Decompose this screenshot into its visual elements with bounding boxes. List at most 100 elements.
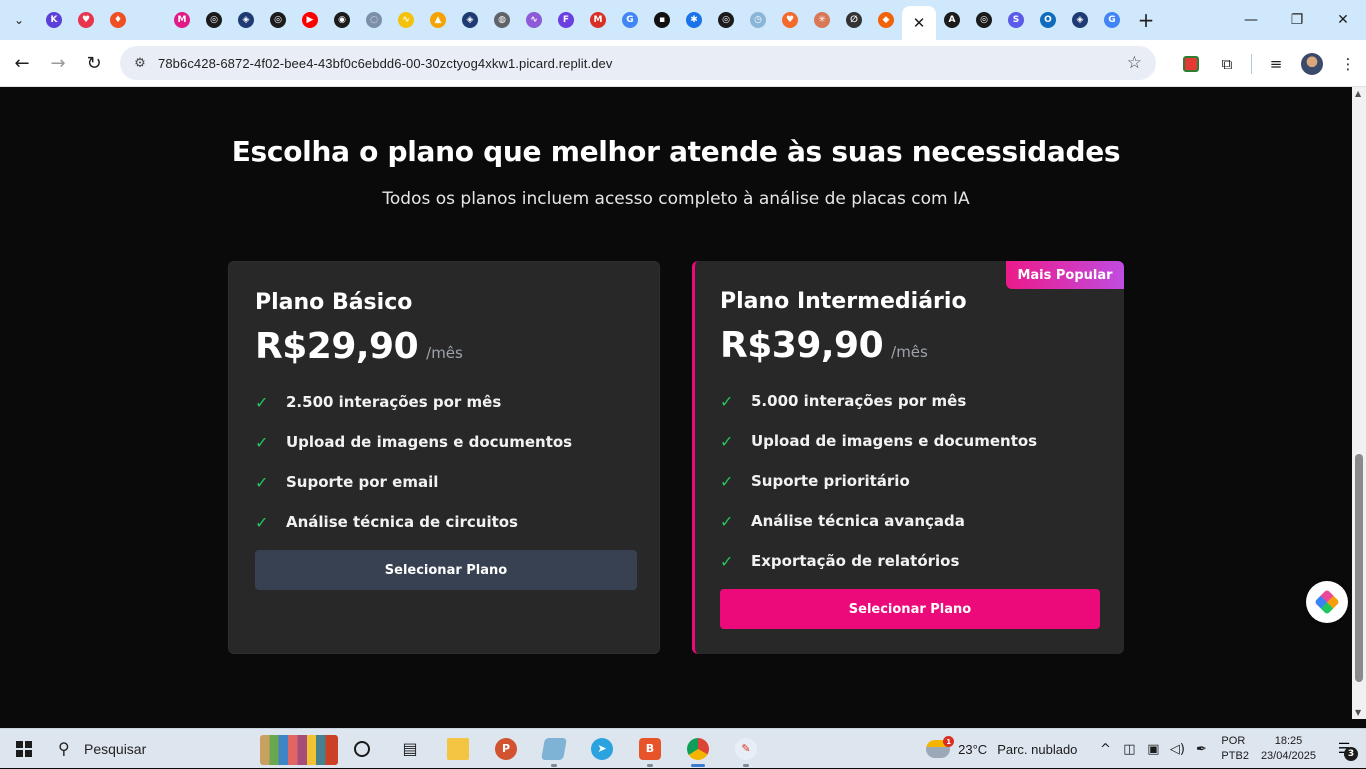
feature-text: Exportação de relatórios bbox=[751, 552, 960, 570]
browser-tab[interactable]: ◈ bbox=[1064, 4, 1096, 36]
browser-tab[interactable]: ♥ bbox=[70, 4, 102, 36]
browser-tab[interactable]: ◎ bbox=[968, 4, 1000, 36]
site-settings-icon[interactable]: ⚙ bbox=[126, 56, 154, 71]
scroll-up-arrow-icon[interactable]: ▲ bbox=[1355, 89, 1361, 98]
floating-assistant-button[interactable] bbox=[1306, 581, 1348, 623]
browser-tab[interactable]: O bbox=[1032, 4, 1064, 36]
scrollbar-thumb[interactable] bbox=[1355, 454, 1363, 682]
browser-tab[interactable]: ◷ bbox=[742, 4, 774, 36]
feature-item: ✓ 5.000 interações por mês bbox=[720, 381, 1037, 421]
browser-tab[interactable]: G bbox=[614, 4, 646, 36]
browser-tab[interactable]: ▪ bbox=[646, 4, 678, 36]
reload-icon[interactable]: ↻ bbox=[76, 45, 112, 81]
feature-item: ✓ Exportação de relatórios bbox=[720, 541, 1037, 581]
browser-tab[interactable]: ◎ bbox=[198, 4, 230, 36]
app-b-icon[interactable]: B bbox=[626, 729, 674, 769]
browser-tab[interactable]: ◈ bbox=[454, 4, 486, 36]
browser-tab[interactable]: ◎ bbox=[262, 4, 294, 36]
browser-tab[interactable]: ∿ bbox=[390, 4, 422, 36]
file-explorer-icon[interactable] bbox=[434, 729, 482, 769]
profile-avatar[interactable] bbox=[1294, 46, 1330, 82]
browser-tab[interactable]: M bbox=[582, 4, 614, 36]
bookmark-star-icon[interactable]: ☆ bbox=[1127, 53, 1142, 73]
browser-tab[interactable]: ◈ bbox=[230, 4, 262, 36]
url-text[interactable]: 78b6c428-6872-4f02-bee4-43bf0c6ebdd6-00-… bbox=[158, 56, 612, 71]
browser-tab[interactable]: F bbox=[550, 4, 582, 36]
powerpoint-icon[interactable]: P bbox=[482, 729, 530, 769]
notepad-app-icon[interactable] bbox=[530, 729, 578, 769]
browser-tab[interactable]: ∿ bbox=[518, 4, 550, 36]
active-tab[interactable]: ✕ bbox=[902, 6, 936, 40]
browser-tab[interactable]: ✱ bbox=[678, 4, 710, 36]
browser-tab[interactable]: ◍ bbox=[486, 4, 518, 36]
openai-icon: ◎ bbox=[206, 12, 222, 28]
close-window-icon[interactable]: ✕ bbox=[1320, 0, 1366, 40]
browser-tab[interactable]: A bbox=[936, 4, 968, 36]
browser-tab-strip: ⌄ K ♥ ♦ M ◎ ◈ ◎ ▶ ◉ ◌ ∿ ▲ ◈ ◍ ∿ F M G ▪ ✱ ◎ ◷ ♥ ✳ ∅ ◆ ✕ A ◎ S O ◈ G + — … bbox=[0, 0, 1366, 40]
browser-tab[interactable]: ♥ bbox=[774, 4, 806, 36]
volume-icon[interactable]: ◁) bbox=[1165, 742, 1189, 757]
browser-tab[interactable]: M bbox=[166, 4, 198, 36]
chrome-icon[interactable] bbox=[674, 729, 722, 769]
new-tab-plus-icon[interactable]: + bbox=[1132, 6, 1160, 34]
flame-icon: ♦ bbox=[110, 12, 126, 28]
page-content: Escolha o plano que melhor atende às sua… bbox=[0, 87, 1352, 719]
browser-tab[interactable]: ◉ bbox=[326, 4, 358, 36]
tray-expand-chevron-icon[interactable]: ^ bbox=[1093, 742, 1117, 757]
weather-widget[interactable]: 1 23°C Parc. nublado bbox=[926, 736, 1077, 758]
tab-search-chevron-icon[interactable]: ⌄ bbox=[6, 7, 32, 33]
extension-record-icon[interactable] bbox=[1173, 46, 1209, 82]
kanban-icon: K bbox=[46, 12, 62, 28]
toolbar-actions: ⧉ ≡ ⋮ bbox=[1173, 40, 1366, 87]
task-view-circle-icon[interactable] bbox=[338, 729, 386, 769]
minimize-icon[interactable]: — bbox=[1228, 0, 1274, 40]
browser-tab[interactable]: ∅ bbox=[838, 4, 870, 36]
browser-tab[interactable]: S bbox=[1000, 4, 1032, 36]
input-language[interactable]: POR PTB2 bbox=[1221, 734, 1249, 764]
pen-tray-icon[interactable]: ✒ bbox=[1189, 742, 1213, 757]
paint-app-icon[interactable]: ✎ bbox=[722, 729, 770, 769]
start-button[interactable] bbox=[0, 729, 48, 769]
feature-text: 2.500 interações por mês bbox=[286, 393, 502, 411]
browser-tab[interactable]: ◎ bbox=[710, 4, 742, 36]
clock[interactable]: 18:25 23/04/2025 bbox=[1261, 734, 1316, 764]
browser-tab[interactable]: ▶ bbox=[294, 4, 326, 36]
copilot-icon-3: ◈ bbox=[1072, 12, 1088, 28]
copilot-icon-2: ◈ bbox=[462, 12, 478, 28]
browser-tab[interactable]: ✳ bbox=[806, 4, 838, 36]
browser-tab[interactable]: ◆ bbox=[870, 4, 902, 36]
browser-tab[interactable]: ♦ bbox=[102, 4, 134, 36]
forward-arrow-icon[interactable]: → bbox=[40, 45, 76, 81]
make-icon: ∿ bbox=[398, 12, 414, 28]
browser-tab[interactable]: ◌ bbox=[358, 4, 390, 36]
telegram-icon[interactable]: ➤ bbox=[578, 729, 626, 769]
widgets-icon[interactable]: ▤ bbox=[386, 729, 434, 769]
globe-icon: ◍ bbox=[494, 12, 510, 28]
browser-menu-icon[interactable]: ⋮ bbox=[1330, 46, 1366, 82]
notification-center-icon[interactable]: ☰ 3 bbox=[1330, 735, 1358, 763]
browser-tab[interactable] bbox=[134, 4, 166, 36]
close-tab-icon[interactable]: ✕ bbox=[913, 14, 926, 32]
select-plan-basic-button[interactable]: Selecionar Plano bbox=[255, 550, 637, 590]
check-icon: ✓ bbox=[720, 391, 734, 411]
select-plan-intermediate-button[interactable]: Selecionar Plano bbox=[720, 589, 1100, 629]
browser-tab[interactable]: K bbox=[38, 4, 70, 36]
camera-tray-icon[interactable]: ◫ bbox=[1117, 742, 1141, 757]
gmail-icon: M bbox=[590, 12, 606, 28]
extensions-puzzle-icon[interactable]: ⧉ bbox=[1209, 46, 1245, 82]
plan-price: R$39,90 bbox=[720, 325, 884, 366]
browser-tab[interactable]: ▲ bbox=[422, 4, 454, 36]
taskbar-search[interactable]: ⚲ Pesquisar bbox=[48, 729, 338, 769]
feature-item: ✓ Análise técnica avançada bbox=[720, 501, 1037, 541]
browser-tab[interactable]: G bbox=[1096, 4, 1128, 36]
address-bar[interactable]: ⚙ 78b6c428-6872-4f02-bee4-43bf0c6ebdd6-0… bbox=[120, 46, 1156, 80]
check-icon: ✓ bbox=[720, 511, 734, 531]
plan-price-row: R$29,90 /mês bbox=[255, 326, 463, 367]
restore-icon[interactable]: ❐ bbox=[1274, 0, 1320, 40]
back-arrow-icon[interactable]: ← bbox=[4, 45, 40, 81]
display-tray-icon[interactable]: ▣ bbox=[1141, 742, 1165, 757]
media-controls-icon[interactable]: ≡ bbox=[1258, 46, 1294, 82]
page-scrollbar[interactable]: ▲ ▼ bbox=[1352, 87, 1366, 719]
scroll-down-arrow-icon[interactable]: ▼ bbox=[1355, 708, 1361, 717]
feature-item: ✓ Upload de imagens e documentos bbox=[720, 421, 1037, 461]
